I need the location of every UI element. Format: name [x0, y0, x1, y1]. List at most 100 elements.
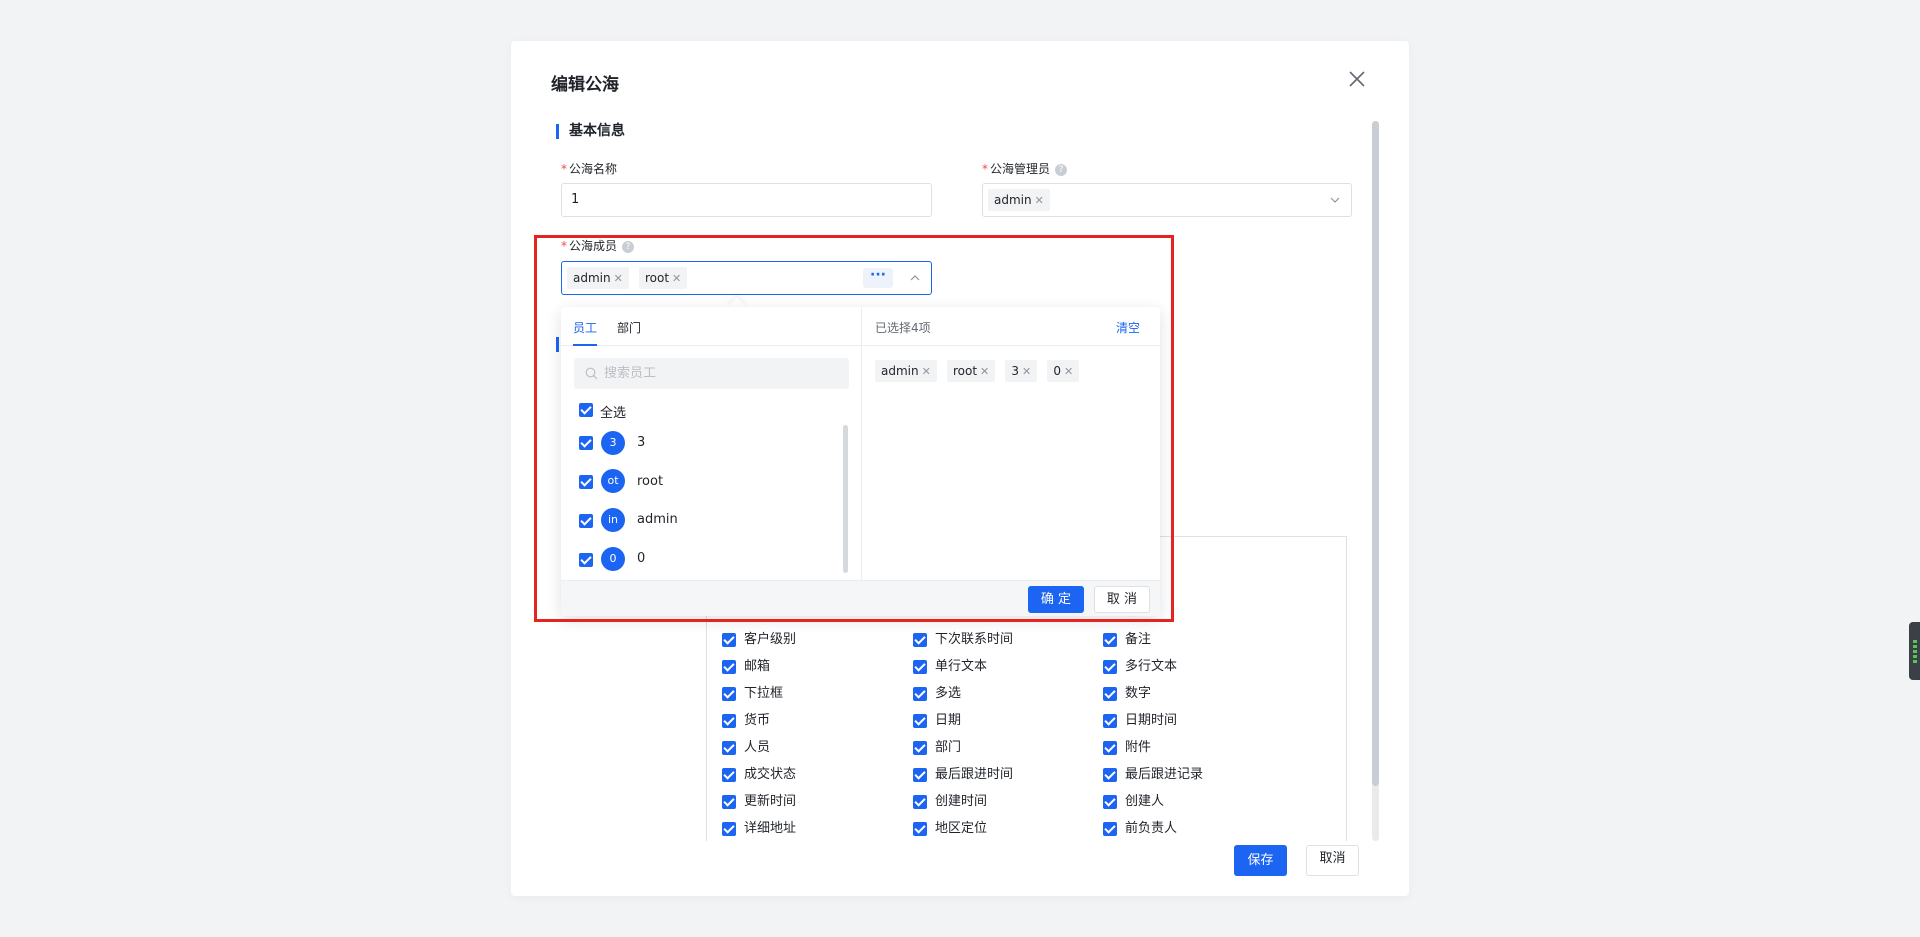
search-icon — [585, 367, 598, 380]
field-checkbox[interactable] — [913, 686, 927, 701]
admin-tag: admin ✕ — [988, 188, 1050, 211]
close-icon[interactable] — [1345, 67, 1369, 91]
field-checkbox-item[interactable]: 邮箱 — [722, 655, 770, 674]
employee-name[interactable]: root — [637, 474, 663, 489]
field-checkbox-item[interactable]: 前负责人 — [1103, 817, 1177, 836]
field-checkbox[interactable] — [913, 794, 927, 809]
field-checkbox-item[interactable]: 多行文本 — [1103, 655, 1177, 674]
modal-scrollbar[interactable] — [1372, 121, 1379, 841]
pool-admin-select[interactable]: admin ✕ — [982, 183, 1352, 217]
field-checkbox-item[interactable]: 人员 — [722, 736, 770, 755]
field-checkbox-item[interactable]: 最后跟进时间 — [913, 763, 1013, 782]
field-checkbox-item[interactable]: 详细地址 — [722, 817, 796, 836]
help-icon[interactable]: ? — [622, 240, 635, 253]
picker-cancel-button[interactable]: 取 消 — [1094, 586, 1150, 613]
field-checkbox[interactable] — [1103, 794, 1117, 809]
field-checkbox[interactable] — [1103, 686, 1117, 701]
field-checkbox-item[interactable]: 创建人 — [1103, 790, 1164, 809]
remove-tag-icon[interactable]: ✕ — [980, 365, 989, 378]
field-checkbox[interactable] — [1103, 659, 1117, 674]
field-checkbox-item[interactable]: 最后跟进记录 — [1103, 763, 1203, 782]
save-button[interactable]: 保存 — [1234, 845, 1287, 876]
field-checkbox-item[interactable]: 日期时间 — [1103, 709, 1177, 728]
more-icon[interactable]: ··· — [863, 268, 893, 288]
side-widget[interactable] — [1909, 622, 1920, 680]
member-tag: root ✕ — [638, 266, 688, 289]
field-checkbox-item[interactable]: 多选 — [913, 682, 961, 701]
chevron-down-icon[interactable] — [1329, 194, 1341, 206]
field-checkbox-item[interactable]: 附件 — [1103, 736, 1151, 755]
field-checkbox[interactable] — [913, 659, 927, 674]
tab-departments[interactable]: 部门 — [617, 319, 641, 336]
field-checkbox[interactable] — [722, 713, 736, 728]
help-icon[interactable]: ? — [1055, 163, 1068, 176]
employee-checkbox[interactable] — [579, 514, 593, 528]
employee-checkbox[interactable] — [579, 553, 593, 567]
field-checkbox-item[interactable]: 下次联系时间 — [913, 628, 1013, 647]
confirm-button[interactable]: 确 定 — [1028, 586, 1084, 613]
remove-tag-icon[interactable]: ✕ — [922, 365, 931, 378]
section-title-basic: 基本信息 — [556, 124, 625, 139]
selected-tag: 3 ✕ — [1005, 360, 1038, 382]
clear-button[interactable]: 清空 — [1116, 319, 1140, 336]
field-label: 下次联系时间 — [935, 632, 1014, 647]
remove-tag-icon[interactable]: ✕ — [672, 272, 681, 285]
field-label: 更新时间 — [744, 794, 797, 809]
field-checkbox[interactable] — [722, 632, 736, 647]
field-checkbox-item[interactable]: 地区定位 — [913, 817, 987, 836]
employee-checkbox[interactable] — [579, 475, 593, 489]
remove-tag-icon[interactable]: ✕ — [1064, 365, 1073, 378]
field-checkbox-item[interactable]: 数字 — [1103, 682, 1151, 701]
field-checkbox[interactable] — [722, 821, 736, 836]
field-checkbox-item[interactable]: 客户级别 — [722, 628, 796, 647]
employee-name[interactable]: 3 — [637, 435, 645, 450]
employee-checkbox[interactable] — [579, 436, 593, 450]
field-checkbox-item[interactable]: 日期 — [913, 709, 961, 728]
field-label: 日期时间 — [1125, 713, 1178, 728]
employee-list-scrollbar[interactable] — [843, 425, 848, 573]
field-checkbox-item[interactable]: 单行文本 — [913, 655, 987, 674]
field-checkbox-item[interactable]: 部门 — [913, 736, 961, 755]
chevron-up-icon[interactable] — [909, 272, 921, 284]
field-checkbox[interactable] — [722, 740, 736, 755]
field-checkbox[interactable] — [1103, 767, 1117, 782]
remove-tag-icon[interactable]: ✕ — [614, 272, 623, 285]
remove-tag-icon[interactable]: ✕ — [1022, 365, 1031, 378]
pool-members-select[interactable]: admin ✕ root ✕ ··· — [561, 261, 932, 295]
field-label: 日期 — [935, 713, 962, 728]
field-checkbox[interactable] — [1103, 632, 1117, 647]
field-checkbox[interactable] — [913, 821, 927, 836]
field-checkbox-item[interactable]: 成交状态 — [722, 763, 796, 782]
section-marker — [556, 337, 559, 352]
field-checkbox[interactable] — [722, 686, 736, 701]
field-checkbox[interactable] — [722, 659, 736, 674]
field-checkbox[interactable] — [913, 632, 927, 647]
field-checkbox-item[interactable]: 更新时间 — [722, 790, 796, 809]
field-checkbox[interactable] — [1103, 713, 1117, 728]
field-checkbox[interactable] — [913, 713, 927, 728]
member-tag: admin ✕ — [567, 266, 629, 289]
cancel-button[interactable]: 取消 — [1306, 845, 1359, 876]
pool-name-input[interactable]: 1 — [561, 183, 932, 217]
employee-search-input[interactable]: 搜索员工 — [574, 358, 849, 389]
employee-name[interactable]: 0 — [637, 551, 645, 566]
field-checkbox-item[interactable]: 货币 — [722, 709, 770, 728]
avatar: 0 — [601, 547, 625, 571]
field-checkbox[interactable] — [913, 740, 927, 755]
tab-employees[interactable]: 员工 — [573, 319, 597, 336]
field-checkbox[interactable] — [722, 767, 736, 782]
employee-name[interactable]: admin — [637, 512, 678, 527]
field-checkbox-item[interactable]: 下拉框 — [722, 682, 783, 701]
select-all-checkbox[interactable] — [579, 403, 593, 417]
field-label: 创建时间 — [935, 794, 988, 809]
field-label: 多行文本 — [1125, 659, 1178, 674]
field-checkbox[interactable] — [913, 767, 927, 782]
field-checkbox-item[interactable]: 备注 — [1103, 628, 1151, 647]
remove-tag-icon[interactable]: ✕ — [1035, 194, 1044, 207]
field-checkbox[interactable] — [1103, 821, 1117, 836]
field-checkbox-item[interactable]: 创建时间 — [913, 790, 987, 809]
field-checkbox[interactable] — [722, 794, 736, 809]
avatar: ot — [601, 469, 625, 493]
field-checkbox[interactable] — [1103, 740, 1117, 755]
field-label: 下拉框 — [744, 686, 784, 701]
